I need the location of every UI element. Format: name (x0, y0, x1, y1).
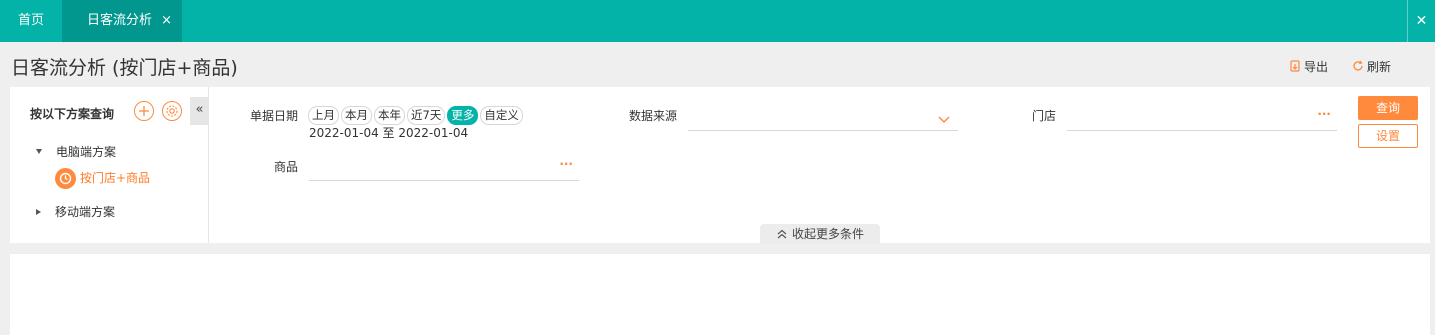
export-label: 导出 (1304, 60, 1329, 74)
tab-home[interactable]: 首页 (0, 0, 62, 42)
export-icon (1289, 60, 1301, 72)
store-field[interactable]: ··· (1067, 105, 1337, 131)
caret-down-icon (36, 149, 42, 154)
tab-close-icon[interactable]: × (161, 0, 172, 42)
store-filter-label: 门店 (1031, 109, 1056, 123)
collapse-sidebar-button[interactable]: « (190, 97, 209, 125)
tab-bar: 首页 日客流分析 × ✕ (0, 0, 1435, 42)
source-filter-label: 数据来源 (628, 109, 677, 123)
goods-field[interactable]: ··· (309, 155, 579, 181)
clock-icon (55, 168, 76, 189)
date-range-text: 2022-01-04 至 2022-01-04 (309, 126, 469, 140)
date-quick-chips: 上月 本月 本年 近7天 更多 自定义 (308, 106, 525, 126)
export-button[interactable]: 导出 (1289, 59, 1328, 75)
page-title: 日客流分析 (按门店+商品) (11, 57, 238, 79)
chevron-double-up-icon (777, 229, 787, 239)
refresh-icon (1352, 60, 1364, 72)
chip-this-year[interactable]: 本年 (374, 106, 405, 125)
collapse-more-conditions-button[interactable]: 收起更多条件 (760, 224, 880, 244)
chip-custom[interactable]: 自定义 (480, 106, 523, 125)
add-scheme-icon[interactable] (134, 101, 154, 121)
tab-daily-traffic[interactable]: 日客流分析 × (62, 0, 182, 42)
more-icon[interactable]: ··· (1317, 107, 1331, 121)
source-select[interactable] (688, 105, 958, 131)
refresh-button[interactable]: 刷新 (1352, 59, 1391, 75)
gear-icon[interactable] (162, 101, 182, 121)
chip-last-7-days[interactable]: 近7天 (407, 106, 446, 125)
tree-group-mobile[interactable]: 移动端方案 (36, 203, 115, 220)
query-button[interactable]: 查询 (1358, 96, 1418, 120)
collapse-more-label: 收起更多条件 (791, 227, 864, 241)
tree-group-pc[interactable]: 电脑端方案 (36, 143, 116, 160)
chevron-down-icon[interactable] (938, 109, 950, 128)
chip-last-month[interactable]: 上月 (308, 106, 339, 125)
chip-this-month[interactable]: 本月 (341, 106, 372, 125)
scheme-header: 按以下方案查询 (30, 107, 115, 121)
scheme-sidebar: 按以下方案查询 « 电脑端方案 按门店+商品 移动端方案 (10, 87, 209, 243)
more-icon[interactable]: ··· (559, 157, 573, 171)
date-filter-label: 单据日期 (249, 109, 298, 123)
scheme-item-label: 按门店+商品 (80, 171, 151, 185)
tab-label: 日客流分析 (87, 13, 153, 28)
chip-more[interactable]: 更多 (447, 106, 479, 125)
result-area (10, 254, 1430, 335)
caret-right-icon (36, 209, 41, 215)
refresh-label: 刷新 (1367, 60, 1392, 74)
goods-filter-label: 商品 (273, 160, 298, 174)
scheme-item-store-goods[interactable]: 按门店+商品 (55, 167, 150, 189)
tree-group-label: 电脑端方案 (56, 145, 117, 159)
close-all-tabs-icon[interactable]: ✕ (1407, 0, 1435, 42)
query-panel: 按以下方案查询 « 电脑端方案 按门店+商品 移动端方案 单据日期 上月 本月 … (10, 87, 1430, 244)
tree-group-label: 移动端方案 (55, 205, 116, 219)
settings-button[interactable]: 设置 (1358, 124, 1418, 148)
